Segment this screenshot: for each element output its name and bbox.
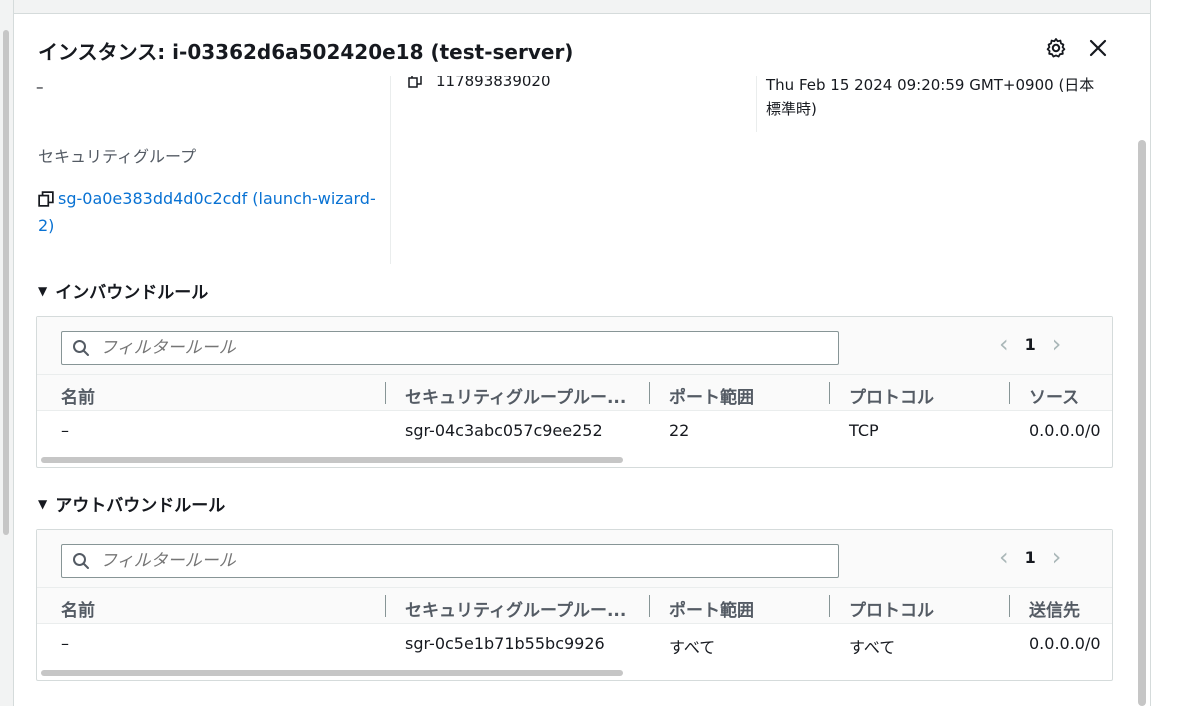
inbound-filter-input[interactable] [61,331,839,365]
table-row[interactable]: – sgr-04c3abc057c9ee252 22 TCP 0.0.0.0/0 [37,411,1112,449]
column-resizer[interactable] [1009,382,1010,404]
chevron-left-icon[interactable]: ‹ [999,332,1009,356]
panel-title: インスタンス: i-03362d6a502420e18 (test-server… [38,40,574,64]
column-resizer[interactable] [829,595,830,617]
left-scrollbar-thumb[interactable] [3,30,9,535]
column-header[interactable]: セキュリティグループルー... [405,383,626,408]
caret-down-icon[interactable]: ▼ [38,497,47,511]
horizontal-scrollbar[interactable] [41,670,623,676]
cell-destination: 0.0.0.0/0 [1029,634,1101,653]
column-resizer[interactable] [829,382,830,404]
column-header[interactable]: プロトコル [849,383,934,408]
cell-rule-id: sgr-0c5e1b71b55bc9926 [405,634,605,653]
inbound-rules-table: ‹ 1 › 名前 セキュリティグループルー... ポート範囲 プロトコル ソース… [36,316,1113,468]
cell-port-range: すべて [669,638,716,657]
details-clipped-row: – 117893839020 Thu Feb 15 2024 09:20:59 … [14,70,1138,130]
table-toolbar: ‹ 1 › [37,317,1112,375]
cell-name: – [61,421,69,440]
panel-header: インスタンス: i-03362d6a502420e18 (test-server… [14,14,1138,76]
top-strip [14,0,1151,14]
launch-time-line2: 標準時) [766,100,817,118]
cell-protocol: すべて [849,638,896,657]
page-number[interactable]: 1 [1025,548,1036,567]
right-edge [1150,0,1200,706]
cell-source: 0.0.0.0/0 [1029,421,1101,440]
cell-protocol: TCP [849,421,879,440]
inbound-rules-title: インバウンドルール [55,283,209,303]
column-header[interactable]: 名前 [61,596,95,621]
column-header[interactable]: ポート範囲 [669,383,754,408]
security-group-link[interactable]: sg-0a0e383dd4d0c2cdf (launch-wizard-2) [38,185,388,239]
close-icon[interactable] [1086,36,1110,60]
caret-down-icon[interactable]: ▼ [38,284,47,298]
table-header: 名前 セキュリティグループルー... ポート範囲 プロトコル 送信先 [37,588,1112,624]
outbound-filter-input[interactable] [61,544,839,578]
left-scroll-gutter [0,0,14,706]
outbound-rules-title: アウトバウンドルール [55,496,226,516]
cell-rule-id: sgr-04c3abc057c9ee252 [405,421,603,440]
copy-icon[interactable] [408,74,422,88]
gear-icon[interactable] [1044,36,1068,60]
column-header[interactable]: 送信先 [1029,596,1080,621]
chevron-right-icon[interactable]: › [1052,332,1062,356]
outbound-pagination: ‹ 1 › [999,545,1061,569]
cell-name: – [61,634,69,653]
column-divider [756,70,757,132]
table-row[interactable]: – sgr-0c5e1b71b55bc9926 すべて すべて 0.0.0.0/… [37,624,1112,662]
table-header: 名前 セキュリティグループルー... ポート範囲 プロトコル ソース [37,375,1112,411]
table-toolbar: ‹ 1 › [37,530,1112,588]
column-resizer[interactable] [385,595,386,617]
horizontal-scrollbar[interactable] [41,457,623,463]
column-header[interactable]: ポート範囲 [669,596,754,621]
chevron-right-icon[interactable]: › [1052,545,1062,569]
chevron-left-icon[interactable]: ‹ [999,545,1009,569]
panel-scrollbar-thumb[interactable] [1138,140,1146,706]
copy-icon[interactable] [38,191,54,207]
detail-dash-value: – [36,78,44,96]
column-header[interactable]: プロトコル [849,596,934,621]
inbound-filter-field[interactable] [100,338,800,358]
security-group-label: セキュリティグループ [38,147,197,166]
column-resizer[interactable] [649,382,650,404]
inbound-pagination: ‹ 1 › [999,332,1061,356]
outbound-rules-header[interactable]: ▼ アウトバウンドルール [38,491,225,516]
search-icon [73,553,89,569]
column-resizer[interactable] [1009,595,1010,617]
column-resizer[interactable] [649,595,650,617]
outbound-filter-field[interactable] [100,551,800,571]
outbound-rules-table: ‹ 1 › 名前 セキュリティグループルー... ポート範囲 プロトコル 送信先… [36,529,1113,681]
cell-port-range: 22 [669,421,690,440]
search-icon [73,340,89,356]
page-number[interactable]: 1 [1025,335,1036,354]
column-resizer[interactable] [385,382,386,404]
column-header[interactable]: ソース [1029,383,1079,408]
inbound-rules-header[interactable]: ▼ インバウンドルール [38,278,208,303]
column-header[interactable]: 名前 [61,383,95,408]
column-divider [390,70,391,264]
column-header[interactable]: セキュリティグループルー... [405,596,626,621]
security-group-link-text[interactable]: sg-0a0e383dd4d0c2cdf (launch-wizard-2) [38,189,376,235]
